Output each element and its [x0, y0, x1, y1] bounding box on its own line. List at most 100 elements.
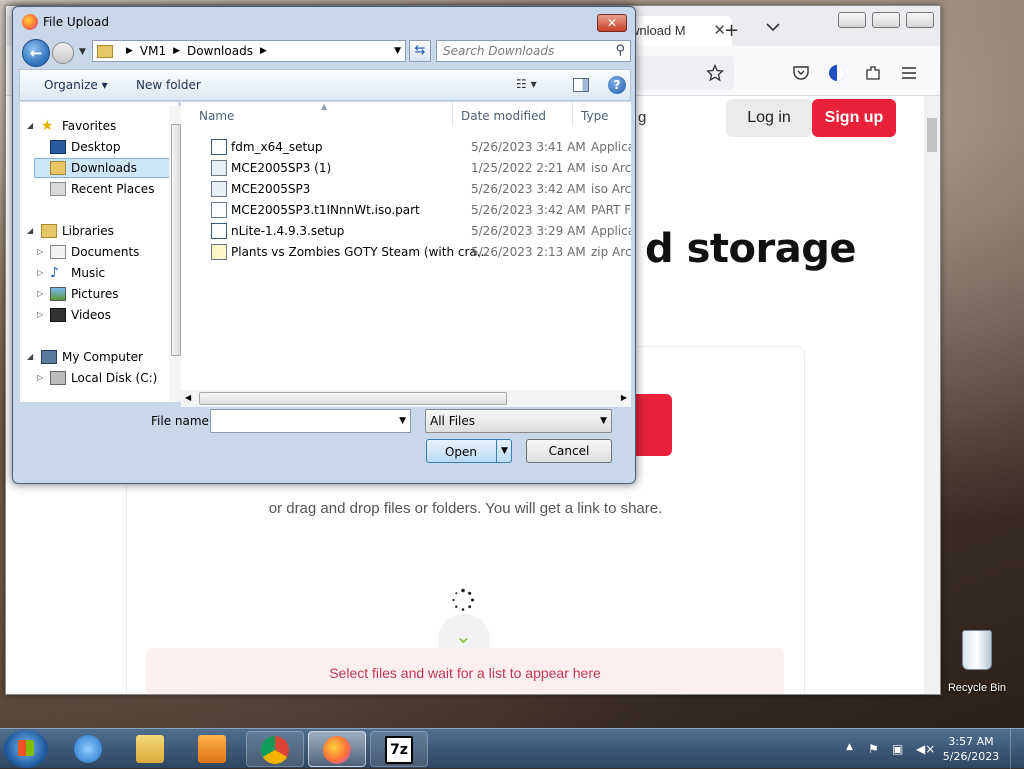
- file-row[interactable]: Plants vs Zombies GOTY Steam (with cra..…: [181, 242, 631, 263]
- maximize-button[interactable]: [872, 12, 900, 28]
- tree-item-local-disk[interactable]: Local Disk (C:): [50, 368, 157, 388]
- file-row[interactable]: MCE2005SP3.t1INnnWt.iso.part 5/26/2023 3:…: [181, 200, 631, 221]
- taskbar-chrome[interactable]: [246, 731, 304, 767]
- expand-arrow-icon[interactable]: ▷: [37, 373, 43, 382]
- expand-arrow-icon[interactable]: ▷: [37, 310, 43, 319]
- account-icon[interactable]: [828, 64, 846, 82]
- signup-button[interactable]: Sign up: [812, 99, 896, 137]
- breadcrumb-vm1[interactable]: VM1: [140, 44, 166, 58]
- scroll-left-icon[interactable]: ◀: [185, 393, 191, 402]
- volume-muted-icon[interactable]: ◀×: [916, 742, 935, 756]
- tree-item-documents[interactable]: Documents: [50, 242, 139, 262]
- computer-icon: [41, 350, 57, 364]
- help-icon[interactable]: ?: [608, 76, 626, 94]
- show-hidden-icons-icon[interactable]: ▲: [846, 742, 853, 752]
- breadcrumb-separator-icon[interactable]: ▶: [173, 46, 180, 56]
- menu-hamburger-icon[interactable]: [900, 64, 918, 82]
- taskbar-media-player[interactable]: [184, 731, 242, 767]
- tree-item-favorites[interactable]: ★ Favorites: [41, 116, 116, 136]
- file-type: Applicatio: [591, 140, 631, 154]
- page-scrollbar[interactable]: [924, 96, 940, 694]
- search-input[interactable]: Search Downloads ⚲: [436, 40, 631, 62]
- folder-icon: [136, 735, 164, 763]
- tree-item-recent-places[interactable]: Recent Places: [50, 179, 154, 199]
- dialog-titlebar[interactable]: File Upload ✕: [13, 7, 635, 35]
- recycle-bin-shortcut[interactable]: Recycle Bin: [942, 630, 1012, 700]
- change-view-icon[interactable]: ☷ ▾: [516, 77, 556, 93]
- taskbar-firefox[interactable]: [308, 731, 366, 767]
- file-type-select[interactable]: All Files ▼: [425, 409, 612, 433]
- dialog-close-button[interactable]: ✕: [597, 14, 627, 32]
- recent-locations-dropdown[interactable]: ▼: [79, 47, 86, 57]
- taskbar-7zip[interactable]: 7z: [370, 731, 428, 767]
- action-center-icon[interactable]: ⚑: [868, 742, 879, 756]
- dropdown-arrow-icon[interactable]: ▼: [600, 416, 607, 426]
- show-desktop-button[interactable]: [1010, 729, 1024, 769]
- network-icon[interactable]: ▣: [892, 742, 903, 756]
- minimize-button[interactable]: [838, 12, 866, 28]
- preview-pane-icon[interactable]: [573, 78, 589, 92]
- refresh-button[interactable]: ⇆: [409, 40, 431, 62]
- file-upload-dialog: File Upload ✕ ← ▼ ▶ VM1 ▶ Downloads ▶ ▼ …: [12, 6, 636, 484]
- address-bar[interactable]: ▶ VM1 ▶ Downloads ▶ ▼: [92, 40, 406, 62]
- file-name: MCE2005SP3: [231, 182, 311, 196]
- column-header-type[interactable]: Type: [573, 102, 631, 126]
- tree-item-downloads[interactable]: Downloads: [34, 158, 172, 178]
- file-row[interactable]: MCE2005SP3 5/26/2023 3:42 AM iso Archiv: [181, 179, 631, 200]
- tree-item-libraries[interactable]: Libraries: [41, 221, 114, 241]
- search-icon[interactable]: ⚲: [615, 43, 625, 58]
- address-dropdown-icon[interactable]: ▼: [394, 46, 401, 56]
- scrollbar-thumb[interactable]: [927, 118, 937, 152]
- horizontal-scrollbar[interactable]: ◀ ▶: [181, 390, 631, 407]
- file-row[interactable]: fdm_x64_setup 5/26/2023 3:41 AM Applicatio: [181, 137, 631, 158]
- tree-item-desktop[interactable]: Desktop: [50, 137, 121, 157]
- breadcrumb-separator-icon[interactable]: ▶: [260, 46, 267, 56]
- scrollbar-thumb[interactable]: [171, 124, 181, 356]
- expand-arrow-icon[interactable]: ▷: [37, 247, 43, 256]
- taskbar-windows-explorer[interactable]: [122, 731, 180, 767]
- organize-button[interactable]: Organize ▾: [44, 78, 108, 92]
- scroll-right-icon[interactable]: ▶: [621, 393, 627, 402]
- file-row[interactable]: nLite-1.4.9.3.setup 5/26/2023 3:29 AM Appl…: [181, 221, 631, 242]
- tree-item-music[interactable]: ♪ Music: [50, 263, 105, 283]
- start-button[interactable]: [4, 730, 48, 768]
- scrollbar-thumb[interactable]: [199, 392, 507, 405]
- file-date: 5/26/2023 3:29 AM: [471, 224, 586, 238]
- collapse-arrow-icon[interactable]: ◢: [27, 121, 33, 130]
- file-type-value: All Files: [430, 414, 476, 428]
- login-button[interactable]: Log in: [726, 99, 812, 137]
- collapse-arrow-icon[interactable]: ◢: [27, 352, 33, 361]
- forward-button[interactable]: [52, 42, 74, 64]
- new-tab-button[interactable]: +: [724, 20, 739, 41]
- open-button[interactable]: Open ▼: [426, 439, 512, 463]
- dropdown-arrow-icon[interactable]: ▼: [399, 416, 406, 426]
- window-close-button[interactable]: [906, 12, 934, 28]
- expand-arrow-icon[interactable]: ▷: [37, 289, 43, 298]
- new-folder-button[interactable]: New folder: [136, 78, 201, 92]
- file-name-input[interactable]: ▼: [210, 409, 411, 433]
- list-all-tabs-icon[interactable]: [766, 22, 780, 32]
- tree-item-pictures[interactable]: Pictures: [50, 284, 119, 304]
- breadcrumb-separator-icon[interactable]: ▶: [126, 46, 133, 56]
- back-button[interactable]: ←: [22, 39, 50, 67]
- file-type: iso Archiv: [591, 182, 631, 196]
- collapse-arrow-icon[interactable]: ◢: [27, 226, 33, 235]
- clock[interactable]: 3:57 AM 5/26/2023: [940, 734, 1002, 764]
- recent-places-icon: [50, 182, 66, 196]
- taskbar-internet-explorer[interactable]: [60, 731, 118, 767]
- bookmark-star-icon[interactable]: [706, 64, 724, 82]
- browser-tab[interactable]: wnload M ✕: [622, 16, 732, 46]
- tab-title: wnload M: [630, 23, 686, 38]
- open-options-arrow-icon[interactable]: ▼: [496, 440, 512, 462]
- pocket-icon[interactable]: [792, 64, 810, 82]
- breadcrumb-downloads[interactable]: Downloads: [187, 44, 253, 58]
- tree-item-videos[interactable]: Videos: [50, 305, 111, 325]
- clock-time: 3:57 AM: [948, 735, 994, 748]
- extensions-icon[interactable]: [864, 64, 882, 82]
- file-row[interactable]: MCE2005SP3 (1) 1/25/2022 2:21 AM iso Archi…: [181, 158, 631, 179]
- expand-arrow-icon[interactable]: ▷: [37, 268, 43, 277]
- column-header-name[interactable]: Name: [191, 102, 453, 126]
- tree-item-my-computer[interactable]: My Computer: [41, 347, 143, 367]
- column-header-date[interactable]: Date modified: [453, 102, 573, 126]
- cancel-button[interactable]: Cancel: [526, 439, 612, 463]
